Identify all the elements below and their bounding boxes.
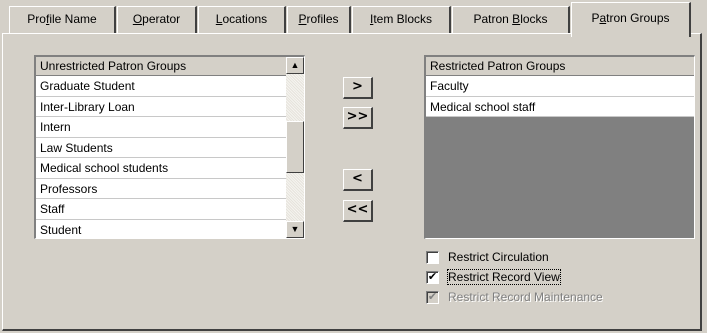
move-one-right-button[interactable]: >	[343, 77, 373, 99]
tab-profiles[interactable]: Profiles	[287, 6, 351, 33]
list-item[interactable]: Medical school students	[36, 158, 286, 179]
list-item[interactable]: Faculty	[426, 76, 694, 97]
move-all-right-button[interactable]: >>	[343, 107, 373, 129]
tab-patron-blocks[interactable]: Patron Blocks	[452, 6, 570, 33]
list-item[interactable]: Staff	[36, 199, 286, 220]
tab-patron-groups[interactable]: Patron Groups	[571, 2, 691, 37]
scrollbar-thumb[interactable]	[286, 121, 304, 173]
tab-label-part: ile Name	[49, 12, 97, 26]
tab-profile-name[interactable]: Profile Name	[9, 6, 116, 33]
list-item[interactable]: Student	[36, 220, 286, 239]
tab-label-part: tron Groups	[606, 11, 670, 25]
arrow-down-icon: ▼	[290, 224, 300, 234]
checkbox-box: ✔	[426, 291, 439, 304]
list-item[interactable]: Law Students	[36, 138, 286, 158]
tab-label-part: perator	[142, 12, 181, 26]
list-item[interactable]: Professors	[36, 179, 286, 199]
tab-locations[interactable]: Locations	[198, 6, 286, 33]
checkbox-label: Restrict Circulation	[448, 250, 549, 264]
tab-label-part: rofiles	[306, 12, 339, 26]
vertical-scrollbar[interactable]: ▲ ▼	[286, 57, 304, 238]
tab-label-accelerator: O	[132, 12, 143, 26]
tab-label-part: ocations	[222, 12, 268, 26]
move-all-left-button[interactable]: <<	[343, 200, 373, 222]
list-item[interactable]: Medical school staff	[426, 97, 694, 117]
move-one-left-button[interactable]: <	[343, 169, 373, 191]
checkbox-box[interactable]: ✔	[426, 271, 439, 284]
checkbox-box[interactable]	[426, 251, 439, 264]
list-item[interactable]: Inter-Library Loan	[36, 97, 286, 117]
tab-label-part: Pro	[27, 12, 46, 26]
unrestricted-groups-list[interactable]: Unrestricted Patron Groups Graduate Stud…	[34, 55, 305, 239]
list-item[interactable]: Intern	[36, 117, 286, 138]
list-item[interactable]: Graduate Student	[36, 76, 286, 97]
tab-label-accelerator: B	[512, 12, 521, 26]
checkbox-label: Restrict Record Maintenance	[448, 290, 603, 304]
tab-operator[interactable]: Operator	[117, 6, 197, 33]
tab-label-accelerator: P	[298, 12, 307, 26]
tab-item-blocks[interactable]: Item Blocks	[352, 6, 451, 33]
tab-bar: Profile Name Operator Locations Profiles…	[0, 0, 707, 37]
arrow-up-icon: ▲	[290, 60, 300, 70]
tab-label-part: tem Blocks	[373, 12, 433, 26]
restricted-list-header[interactable]: Restricted Patron Groups	[426, 57, 694, 76]
unrestricted-list-header[interactable]: Unrestricted Patron Groups	[36, 57, 286, 76]
restricted-groups-list[interactable]: Restricted Patron Groups Faculty Medical…	[424, 55, 695, 239]
scroll-up-button[interactable]: ▲	[286, 57, 304, 74]
list-empty-area	[426, 117, 694, 238]
tab-label-part: locks	[520, 12, 548, 26]
checkbox-label: Restrict Record View	[447, 269, 561, 285]
scroll-down-button[interactable]: ▼	[286, 221, 304, 238]
tab-label-part: Patron	[473, 12, 513, 26]
